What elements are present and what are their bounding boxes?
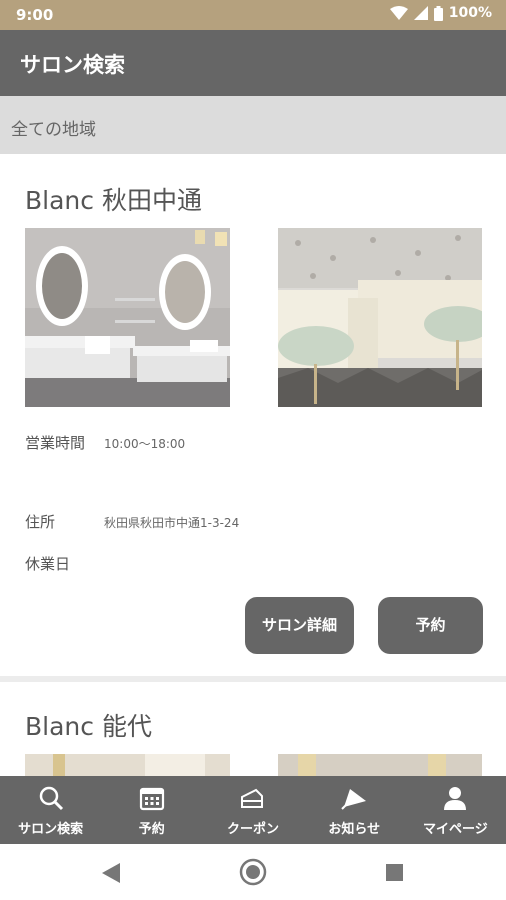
nav-item-salon-search[interactable]: サロン検索 (0, 776, 101, 844)
nav-label: サロン検索 (18, 822, 84, 837)
battery-percent: 100% (448, 5, 492, 21)
holiday-label: 休業日 (25, 555, 71, 573)
address-label: 住所 (25, 513, 56, 531)
nav-label: 予約 (138, 822, 165, 837)
signal-icon (413, 6, 428, 20)
nav-item-coupon[interactable]: クーポン (202, 776, 303, 844)
nav-item-news[interactable]: お知らせ (304, 776, 405, 844)
wifi-icon (389, 6, 408, 20)
home-icon[interactable] (239, 858, 267, 886)
nav-label: お知らせ (328, 822, 381, 837)
status-bar: 9:00 100% (0, 0, 506, 30)
salon-photo[interactable] (278, 228, 482, 407)
salon-detail-button[interactable]: サロン詳細 (245, 597, 354, 654)
region-label: 全ての地域 (11, 120, 96, 140)
region-selector[interactable]: 全ての地域 (0, 96, 506, 154)
calendar-icon (139, 787, 164, 811)
app-bar: サロン検索 (0, 30, 506, 96)
bottom-navigation: サロン検索 予約 クーポン お知らせ マイページ (0, 776, 506, 844)
status-icons: 100% (389, 5, 492, 21)
back-icon[interactable] (102, 863, 120, 883)
person-icon (444, 787, 467, 810)
status-time: 9:00 (16, 6, 54, 24)
page-title: サロン検索 (20, 53, 125, 77)
system-navigation-bar (0, 844, 506, 900)
nav-item-my-page[interactable]: マイページ (405, 776, 506, 844)
megaphone-icon (341, 789, 367, 810)
hours-label: 営業時間 (25, 434, 86, 452)
salon-name: Blanc 秋田中通 (25, 186, 202, 215)
recents-icon[interactable] (386, 864, 403, 881)
nav-label: クーポン (227, 822, 280, 837)
search-icon (39, 786, 63, 811)
nav-label: マイページ (423, 822, 488, 837)
coupon-icon (241, 788, 263, 808)
salon-name: Blanc 能代 (25, 712, 152, 741)
salon-card: Blanc 秋田中通 営業時間 10:00～18:00 住所 秋田県秋田市中通1… (0, 154, 506, 676)
address-value: 秋田県秋田市中通1-3-24 (104, 516, 240, 530)
nav-item-reservation[interactable]: 予約 (101, 776, 202, 844)
reserve-button[interactable]: 予約 (378, 597, 483, 654)
hours-value: 10:00～18:00 (104, 437, 186, 451)
salon-photo[interactable] (25, 228, 230, 407)
salon-card: Blanc 能代 (0, 682, 506, 782)
battery-icon (433, 5, 443, 21)
